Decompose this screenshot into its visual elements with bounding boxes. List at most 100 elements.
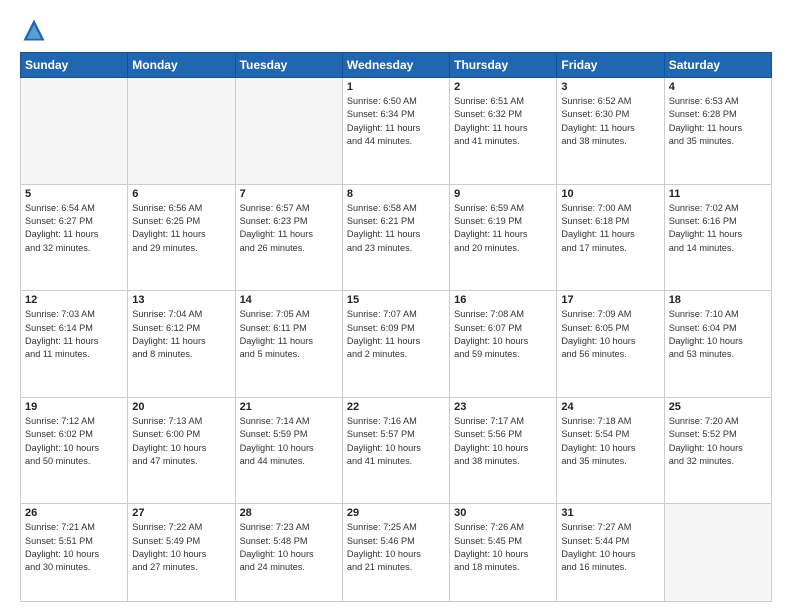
day-number: 21	[240, 401, 338, 413]
day-number: 9	[454, 188, 552, 200]
day-info: Sunrise: 7:22 AM Sunset: 5:49 PM Dayligh…	[132, 521, 230, 574]
day-info: Sunrise: 6:57 AM Sunset: 6:23 PM Dayligh…	[240, 202, 338, 255]
calendar-cell: 26 Sunrise: 7:21 AM Sunset: 5:51 PM Dayli…	[21, 504, 128, 602]
day-info: Sunrise: 7:16 AM Sunset: 5:57 PM Dayligh…	[347, 415, 445, 468]
day-info: Sunrise: 7:17 AM Sunset: 5:56 PM Dayligh…	[454, 415, 552, 468]
day-number: 25	[669, 401, 767, 413]
day-info: Sunrise: 6:53 AM Sunset: 6:28 PM Dayligh…	[669, 95, 767, 148]
calendar-cell: 20Sunrise: 7:13 AM Sunset: 6:00 PM Dayli…	[128, 397, 235, 504]
calendar-cell	[664, 504, 771, 602]
day-number: 4	[669, 81, 767, 93]
day-number: 20	[132, 401, 230, 413]
calendar-week-3: 12 Sunrise: 7:03 AM Sunset: 6:14 PM Dayli…	[21, 291, 772, 398]
day-number: 29	[347, 507, 445, 519]
day-number: 26	[25, 507, 123, 519]
day-info: Sunrise: 7:20 AM Sunset: 5:52 PM Dayligh…	[669, 415, 767, 468]
day-info: Sunrise: 7:26 AM Sunset: 5:45 PM Dayligh…	[454, 521, 552, 574]
day-info: Sunrise: 7:09 AM Sunset: 6:05 PM Dayligh…	[561, 308, 659, 361]
header	[20, 16, 772, 44]
calendar-cell: 27 Sunrise: 7:22 AM Sunset: 5:49 PM Dayli…	[128, 504, 235, 602]
calendar-cell: 1Sunrise: 6:50 AM Sunset: 6:34 PM Daylig…	[342, 78, 449, 185]
day-info: Sunrise: 7:02 AM Sunset: 6:16 PM Dayligh…	[669, 202, 767, 255]
day-info: Sunrise: 6:50 AM Sunset: 6:34 PM Dayligh…	[347, 95, 445, 148]
day-number: 30	[454, 507, 552, 519]
day-number: 19	[25, 401, 123, 413]
day-number: 28	[240, 507, 338, 519]
calendar-cell: 10Sunrise: 7:00 AM Sunset: 6:18 PM Dayli…	[557, 184, 664, 291]
calendar-cell: 24 Sunrise: 7:18 AM Sunset: 5:54 PM Dayli…	[557, 397, 664, 504]
calendar-cell: 22 Sunrise: 7:16 AM Sunset: 5:57 PM Dayli…	[342, 397, 449, 504]
day-info: Sunrise: 7:10 AM Sunset: 6:04 PM Dayligh…	[669, 308, 767, 361]
day-info: Sunrise: 6:56 AM Sunset: 6:25 PM Dayligh…	[132, 202, 230, 255]
day-info: Sunrise: 7:12 AM Sunset: 6:02 PM Dayligh…	[25, 415, 123, 468]
day-info: Sunrise: 7:25 AM Sunset: 5:46 PM Dayligh…	[347, 521, 445, 574]
calendar-cell: 8 Sunrise: 6:58 AM Sunset: 6:21 PM Daylig…	[342, 184, 449, 291]
weekday-header-row: SundayMondayTuesdayWednesdayThursdayFrid…	[21, 53, 772, 78]
day-number: 18	[669, 294, 767, 306]
calendar-week-2: 5Sunrise: 6:54 AM Sunset: 6:27 PM Daylig…	[21, 184, 772, 291]
day-info: Sunrise: 7:14 AM Sunset: 5:59 PM Dayligh…	[240, 415, 338, 468]
calendar-cell: 15 Sunrise: 7:07 AM Sunset: 6:09 PM Dayli…	[342, 291, 449, 398]
calendar-week-1: 1Sunrise: 6:50 AM Sunset: 6:34 PM Daylig…	[21, 78, 772, 185]
calendar-cell: 16 Sunrise: 7:08 AM Sunset: 6:07 PM Dayli…	[450, 291, 557, 398]
day-number: 16	[454, 294, 552, 306]
day-number: 17	[561, 294, 659, 306]
day-number: 8	[347, 188, 445, 200]
calendar-cell	[128, 78, 235, 185]
calendar-week-5: 26 Sunrise: 7:21 AM Sunset: 5:51 PM Dayli…	[21, 504, 772, 602]
day-info: Sunrise: 7:18 AM Sunset: 5:54 PM Dayligh…	[561, 415, 659, 468]
calendar-cell: 13 Sunrise: 7:04 AM Sunset: 6:12 PM Dayli…	[128, 291, 235, 398]
day-number: 12	[25, 294, 123, 306]
day-info: Sunrise: 7:03 AM Sunset: 6:14 PM Dayligh…	[25, 308, 123, 361]
calendar-cell	[21, 78, 128, 185]
day-number: 13	[132, 294, 230, 306]
calendar-cell: 31Sunrise: 7:27 AM Sunset: 5:44 PM Dayli…	[557, 504, 664, 602]
calendar-cell: 25 Sunrise: 7:20 AM Sunset: 5:52 PM Dayli…	[664, 397, 771, 504]
calendar-cell	[235, 78, 342, 185]
day-number: 27	[132, 507, 230, 519]
calendar-cell: 11Sunrise: 7:02 AM Sunset: 6:16 PM Dayli…	[664, 184, 771, 291]
day-number: 15	[347, 294, 445, 306]
day-info: Sunrise: 7:23 AM Sunset: 5:48 PM Dayligh…	[240, 521, 338, 574]
calendar-cell: 7 Sunrise: 6:57 AM Sunset: 6:23 PM Daylig…	[235, 184, 342, 291]
calendar-cell: 23 Sunrise: 7:17 AM Sunset: 5:56 PM Dayli…	[450, 397, 557, 504]
day-number: 3	[561, 81, 659, 93]
day-number: 6	[132, 188, 230, 200]
day-number: 7	[240, 188, 338, 200]
day-number: 31	[561, 507, 659, 519]
weekday-header-friday: Friday	[557, 53, 664, 78]
calendar-cell: 29 Sunrise: 7:25 AM Sunset: 5:46 PM Dayli…	[342, 504, 449, 602]
calendar-cell: 5Sunrise: 6:54 AM Sunset: 6:27 PM Daylig…	[21, 184, 128, 291]
day-number: 24	[561, 401, 659, 413]
calendar-cell: 28 Sunrise: 7:23 AM Sunset: 5:48 PM Dayli…	[235, 504, 342, 602]
calendar-cell: 14 Sunrise: 7:05 AM Sunset: 6:11 PM Dayli…	[235, 291, 342, 398]
calendar-cell: 9 Sunrise: 6:59 AM Sunset: 6:19 PM Daylig…	[450, 184, 557, 291]
day-number: 23	[454, 401, 552, 413]
day-info: Sunrise: 7:07 AM Sunset: 6:09 PM Dayligh…	[347, 308, 445, 361]
day-info: Sunrise: 7:05 AM Sunset: 6:11 PM Dayligh…	[240, 308, 338, 361]
weekday-header-sunday: Sunday	[21, 53, 128, 78]
logo	[20, 16, 52, 44]
day-number: 14	[240, 294, 338, 306]
day-number: 22	[347, 401, 445, 413]
calendar-cell: 2Sunrise: 6:51 AM Sunset: 6:32 PM Daylig…	[450, 78, 557, 185]
calendar-cell: 19 Sunrise: 7:12 AM Sunset: 6:02 PM Dayli…	[21, 397, 128, 504]
logo-icon	[20, 16, 48, 44]
calendar-week-4: 19 Sunrise: 7:12 AM Sunset: 6:02 PM Dayli…	[21, 397, 772, 504]
calendar-cell: 6 Sunrise: 6:56 AM Sunset: 6:25 PM Daylig…	[128, 184, 235, 291]
weekday-header-thursday: Thursday	[450, 53, 557, 78]
day-info: Sunrise: 7:21 AM Sunset: 5:51 PM Dayligh…	[25, 521, 123, 574]
day-info: Sunrise: 7:04 AM Sunset: 6:12 PM Dayligh…	[132, 308, 230, 361]
weekday-header-tuesday: Tuesday	[235, 53, 342, 78]
calendar-cell: 30 Sunrise: 7:26 AM Sunset: 5:45 PM Dayli…	[450, 504, 557, 602]
calendar-cell: 3 Sunrise: 6:52 AM Sunset: 6:30 PM Daylig…	[557, 78, 664, 185]
calendar-table: SundayMondayTuesdayWednesdayThursdayFrid…	[20, 52, 772, 602]
calendar-cell: 4 Sunrise: 6:53 AM Sunset: 6:28 PM Daylig…	[664, 78, 771, 185]
day-number: 2	[454, 81, 552, 93]
calendar-cell: 18 Sunrise: 7:10 AM Sunset: 6:04 PM Dayli…	[664, 291, 771, 398]
day-info: Sunrise: 6:59 AM Sunset: 6:19 PM Dayligh…	[454, 202, 552, 255]
day-number: 5	[25, 188, 123, 200]
day-info: Sunrise: 6:52 AM Sunset: 6:30 PM Dayligh…	[561, 95, 659, 148]
day-info: Sunrise: 6:58 AM Sunset: 6:21 PM Dayligh…	[347, 202, 445, 255]
day-info: Sunrise: 7:08 AM Sunset: 6:07 PM Dayligh…	[454, 308, 552, 361]
